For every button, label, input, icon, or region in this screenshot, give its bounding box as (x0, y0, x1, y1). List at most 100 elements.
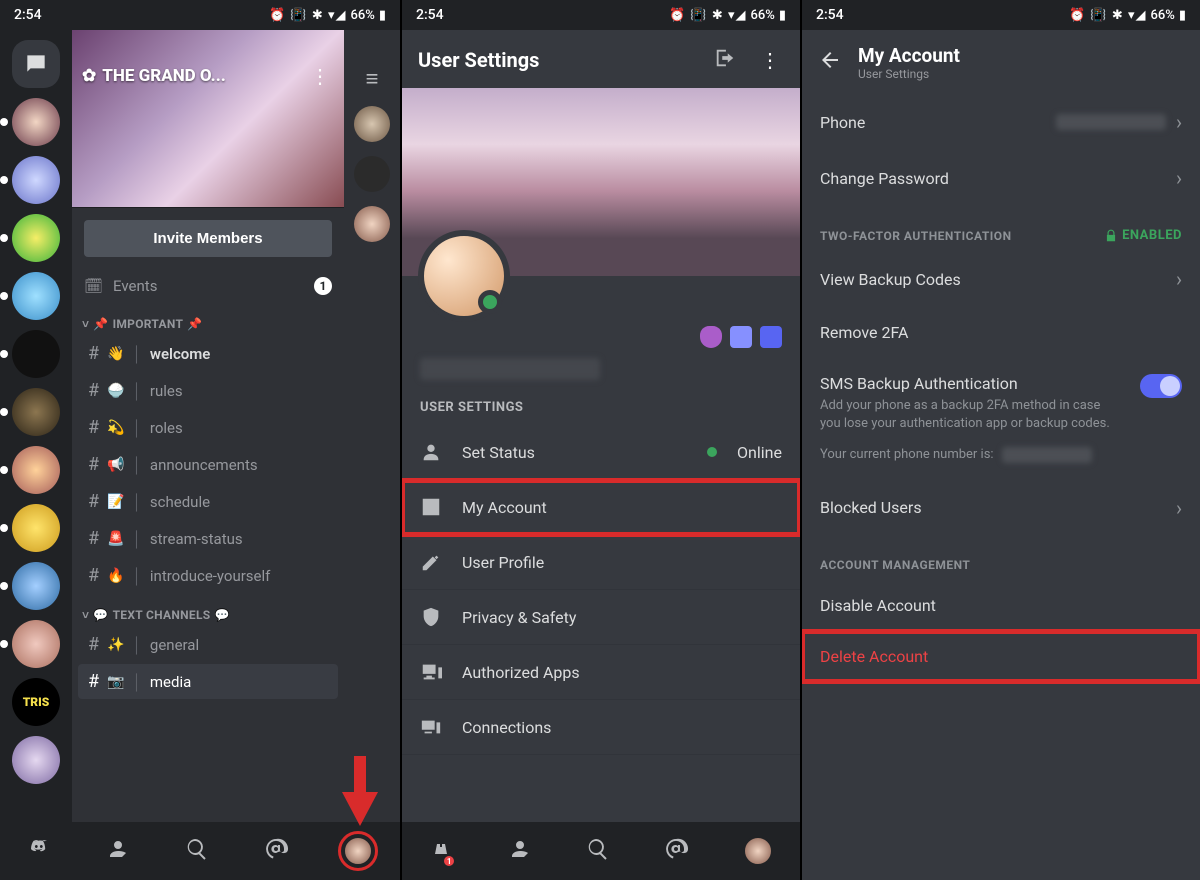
page-title: My Account (858, 44, 960, 67)
nav-search-icon[interactable] (185, 837, 209, 865)
member-avatar-3[interactable] (354, 206, 390, 242)
status-battery: 66% (1150, 8, 1174, 23)
server-name[interactable]: ✿ THE GRAND O... (82, 66, 226, 86)
battery-icon: ▮ (779, 8, 786, 23)
section-account-management: ACCOUNT MANAGEMENT (802, 536, 1200, 580)
panel-user-settings: 2:54 ⏰ 📳 ✱ ▾◢ 66% ▮ User Settings ⋮ USER… (400, 0, 800, 880)
status-icons: ⏰ 📳 ✱ ▾◢ (269, 8, 346, 23)
channel-roles[interactable]: #💫│roles (78, 410, 338, 445)
row-phone[interactable]: Phone › (802, 94, 1200, 150)
nav-discord-icon[interactable]: 1 (429, 837, 453, 865)
status-bar: 2:54 ⏰ 📳 ✱ ▾◢ 66% ▮ (0, 0, 400, 30)
channel-stream-status[interactable]: #🚨│stream-status (78, 521, 338, 556)
chevron-right-icon: › (1176, 267, 1182, 291)
channel-introduce-yourself[interactable]: #🔥│introduce-yourself (78, 558, 338, 593)
row-blocked-users[interactable]: Blocked Users › (802, 480, 1200, 536)
nav-friends-icon[interactable] (508, 837, 532, 865)
hypesquad-badge-icon (760, 326, 782, 348)
row-set-status[interactable]: Set Status Online (402, 425, 800, 480)
row-view-backup-codes[interactable]: View Backup Codes › (802, 251, 1200, 307)
devices-icon (420, 716, 442, 738)
settings-title: User Settings (418, 48, 539, 72)
server-banner: ✿ THE GRAND O... ⋮ (72, 30, 344, 208)
nav-search-icon[interactable] (586, 837, 610, 865)
battery-icon: ▮ (379, 8, 386, 23)
server-avatar-6[interactable] (12, 388, 60, 436)
events-label: Events (113, 277, 157, 295)
nav-profile-button[interactable] (343, 836, 373, 866)
exit-icon[interactable] (714, 47, 736, 73)
panel-my-account: 2:54 ⏰ 📳 ✱ ▾◢ 66% ▮ My Account User Sett… (800, 0, 1200, 880)
nav-mentions-icon[interactable] (264, 837, 288, 865)
row-connections[interactable]: Connections (402, 700, 800, 755)
category-important[interactable]: ˅ 📌 IMPORTANT 📌 (72, 303, 344, 335)
chevron-down-icon: ˅ (82, 317, 89, 331)
server-avatar-5[interactable] (12, 330, 60, 378)
hamburger-icon[interactable]: ≡ (366, 66, 379, 92)
row-sms-backup[interactable]: SMS Backup Authentication Add your phone… (802, 358, 1200, 480)
member-rail: ≡ (344, 30, 400, 822)
server-menu-button[interactable]: ⋮ (306, 60, 334, 92)
status-time: 2:54 (816, 7, 844, 23)
section-two-factor: TWO-FACTOR AUTHENTICATION ENABLED (802, 206, 1200, 251)
nitro-badge-icon (700, 326, 722, 348)
account-header: My Account User Settings (802, 30, 1200, 94)
server-avatar-10[interactable] (12, 620, 60, 668)
row-disable-account[interactable]: Disable Account (802, 580, 1200, 631)
profile-avatar[interactable] (418, 230, 510, 322)
row-delete-account[interactable]: Delete Account (802, 631, 1200, 682)
invite-members-button[interactable]: Invite Members (84, 220, 332, 257)
channel-media[interactable]: #📷│media (78, 664, 338, 699)
channel-announcements[interactable]: #📢│announcements (78, 447, 338, 482)
member-avatar-1[interactable] (354, 106, 390, 142)
row-remove-2fa[interactable]: Remove 2FA (802, 307, 1200, 358)
pencil-icon (420, 551, 442, 573)
chevron-right-icon: › (1176, 166, 1182, 190)
server-avatar-7[interactable] (12, 446, 60, 494)
row-change-password[interactable]: Change Password › (802, 150, 1200, 206)
server-avatar-12[interactable] (12, 736, 60, 784)
nav-friends-icon[interactable] (106, 837, 130, 865)
menu-button[interactable]: ⋮ (756, 44, 784, 76)
status-time: 2:54 (14, 7, 42, 23)
status-bar: 2:54 ⏰ 📳 ✱ ▾◢ 66% ▮ (402, 0, 800, 30)
channel-general[interactable]: #✨│general (78, 627, 338, 662)
server-avatar-4[interactable] (12, 272, 60, 320)
online-dot-icon (707, 447, 717, 457)
nav-mentions-icon[interactable] (664, 837, 688, 865)
nav-profile-button[interactable] (743, 836, 773, 866)
panel-server-channels: 2:54 ⏰ 📳 ✱ ▾◢ 66% ▮ TRIS (0, 0, 400, 880)
server-avatar-8[interactable] (12, 504, 60, 552)
server-avatar-11[interactable]: TRIS (12, 678, 60, 726)
annotation-arrow (340, 756, 380, 826)
back-button[interactable] (818, 48, 842, 76)
server-rail: TRIS (0, 30, 72, 822)
bottom-nav (0, 822, 400, 880)
server-avatar-2[interactable] (12, 156, 60, 204)
channel-welcome[interactable]: #👋│welcome (78, 336, 338, 371)
battery-icon: ▮ (1179, 8, 1186, 23)
channel-rules[interactable]: #🍚│rules (78, 373, 338, 408)
row-user-profile[interactable]: User Profile (402, 535, 800, 590)
server-avatar-9[interactable] (12, 562, 60, 610)
dm-button[interactable] (12, 40, 60, 88)
row-privacy-safety[interactable]: Privacy & Safety (402, 590, 800, 645)
row-authorized-apps[interactable]: Authorized Apps (402, 645, 800, 700)
category-text-channels[interactable]: ˅ 💬 TEXT CHANNELS 💬 (72, 594, 344, 626)
lock-icon (1104, 229, 1118, 243)
status-icons: ⏰ 📳 ✱ ▾◢ (669, 8, 746, 23)
events-count: 1 (314, 277, 332, 295)
server-avatar-1[interactable] (12, 98, 60, 146)
page-subtitle: User Settings (858, 67, 960, 81)
sms-backup-toggle[interactable] (1140, 374, 1182, 398)
phone-value-redacted (1056, 114, 1166, 130)
username-redacted (420, 358, 600, 380)
apps-icon (420, 661, 442, 683)
row-my-account[interactable]: My Account (402, 480, 800, 535)
member-avatar-2[interactable] (354, 156, 390, 192)
events-row[interactable]: 🗓 Events 1 (72, 269, 344, 303)
server-avatar-3[interactable] (12, 214, 60, 262)
chevron-right-icon: › (1176, 496, 1182, 520)
nav-discord-icon[interactable] (27, 837, 51, 865)
channel-schedule[interactable]: #📝│schedule (78, 484, 338, 519)
